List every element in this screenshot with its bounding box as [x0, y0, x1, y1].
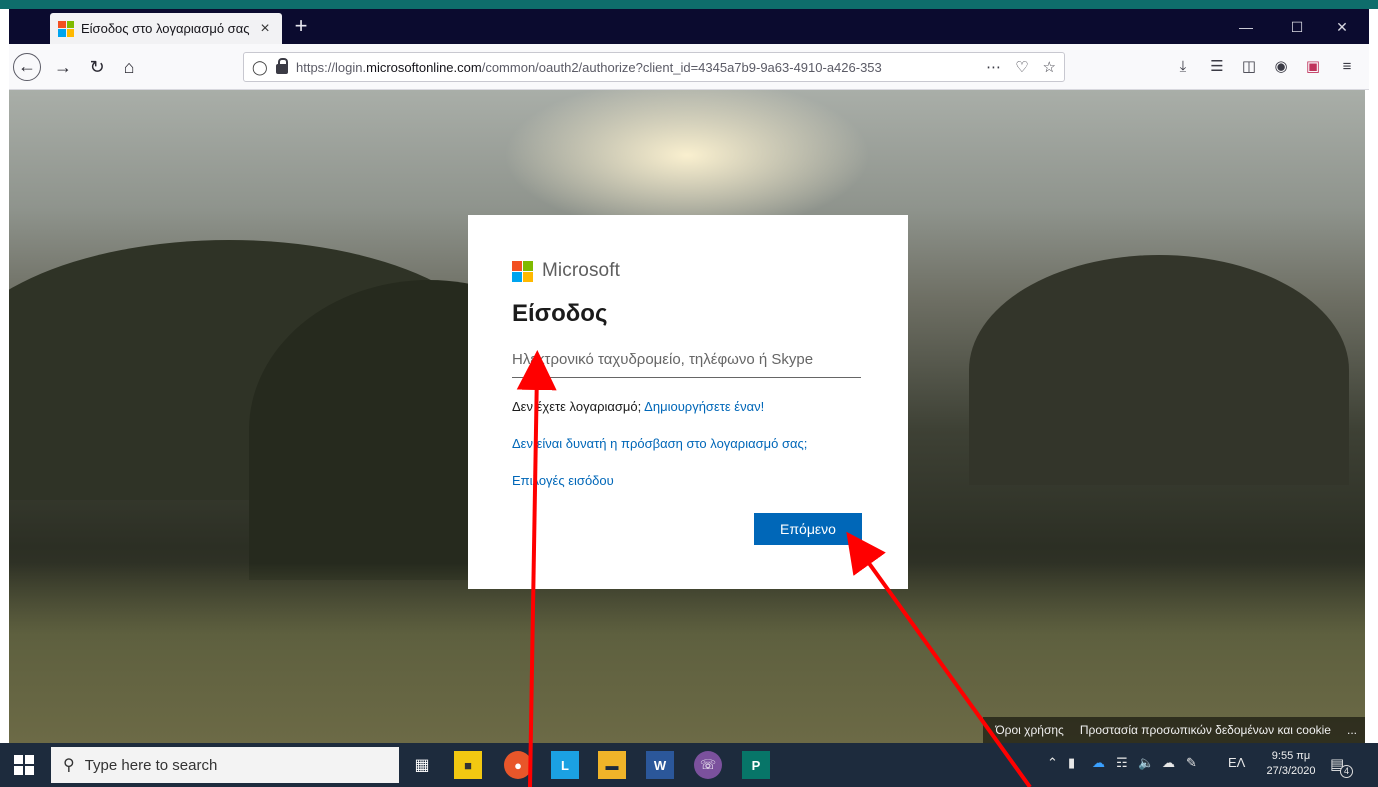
background-hill-right [969, 255, 1349, 485]
download-icon[interactable]: ⤓ [1171, 56, 1195, 80]
sidebar-icon[interactable]: ◫ [1237, 56, 1261, 80]
wifi-icon[interactable]: ☶ [1116, 755, 1128, 771]
privacy-link[interactable]: Προστασία προσωπικών δεδομένων και cooki… [1080, 723, 1331, 737]
taskbar-search-placeholder: Type here to search [84, 756, 218, 774]
clock-time: 9:55 πμ [1271, 750, 1311, 762]
no-account-text: Δεν έχετε λογαριασμό; [512, 399, 642, 414]
windows-taskbar: ⚲ Type here to search ▦ ■ ● L ▬ W ☏ P ⌃ … [0, 743, 1378, 787]
taskbar-clock[interactable]: 9:55 πμ 27/3/2020 [1265, 749, 1317, 779]
file-explorer-icon[interactable]: ▬ [598, 751, 626, 779]
shield-icon[interactable]: ◯ [252, 59, 270, 76]
background-grass [9, 563, 1365, 743]
next-button[interactable]: Επόμενο [754, 513, 862, 545]
clock-date: 27/3/2020 [1266, 765, 1316, 777]
microsoft-logo: Microsoft [512, 259, 864, 283]
volume-muted-icon[interactable]: 🔈 [1138, 755, 1154, 771]
firefox-icon[interactable]: ● [504, 751, 532, 779]
close-window-icon[interactable]: ✕ [1322, 15, 1362, 39]
battery-icon[interactable]: ▮ [1068, 755, 1075, 771]
footer-more-icon[interactable]: ... [1347, 723, 1357, 737]
address-bar[interactable]: ◯ https://login.microsoftonline.com/comm… [243, 52, 1065, 82]
task-view-icon[interactable]: ▦ [408, 751, 436, 779]
viber-icon[interactable]: ☏ [694, 751, 722, 779]
cloud-sync-icon[interactable]: ☁ [1162, 755, 1175, 771]
tray-chevron-icon[interactable]: ⌃ [1047, 755, 1058, 771]
home-icon[interactable]: ⌂ [115, 53, 143, 81]
terms-link[interactable]: Όροι χρήσης [995, 723, 1063, 737]
search-icon: ⚲ [63, 757, 75, 774]
publisher-icon[interactable]: P [742, 751, 770, 779]
onedrive-icon[interactable]: ☁ [1092, 755, 1105, 771]
reload-icon[interactable]: ↻ [83, 53, 111, 81]
notification-count-badge: 4 [1340, 765, 1353, 778]
no-account-line: Δεν έχετε λογαριασμό; Δημιουργήσετε έναν… [512, 399, 864, 414]
create-account-link[interactable]: Δημιουργήσετε έναν! [644, 399, 764, 414]
pen-icon[interactable]: ✎ [1186, 755, 1197, 771]
signin-options-line: Επιλογές εισόδου [512, 473, 864, 488]
language-indicator[interactable]: ΕΛ [1228, 755, 1245, 770]
lock-icon[interactable] [276, 58, 288, 74]
page-viewport: Microsoft Είσοδος Δεν έχετε λογαριασμό; … [9, 90, 1365, 743]
login-card: Microsoft Είσοδος Δεν έχετε λογαριασμό; … [468, 215, 908, 589]
word-icon[interactable]: W [646, 751, 674, 779]
cant-access-link[interactable]: Δεν είναι δυνατή η πρόσβαση στο λογαριασ… [512, 436, 807, 451]
url-text[interactable]: https://login.microsoftonline.com/common… [296, 60, 976, 75]
lync-app-icon[interactable]: L [551, 751, 579, 779]
more-icon[interactable]: ⋯ [986, 58, 1001, 76]
microsoft-favicon-icon [58, 20, 74, 37]
taskbar-search-box[interactable]: ⚲ Type here to search [51, 747, 399, 783]
browser-tab-bar: Είσοδος στο λογαριασμό σας × + — ☐ ✕ [9, 9, 1369, 44]
email-input[interactable] [512, 342, 861, 378]
new-tab-button[interactable]: + [288, 14, 314, 40]
tab-close-icon[interactable]: × [256, 20, 274, 38]
windows-start-icon[interactable] [14, 755, 34, 775]
maximize-icon[interactable]: ☐ [1277, 15, 1317, 39]
microsoft-squares-icon [512, 260, 533, 282]
menu-icon[interactable]: ≡ [1335, 56, 1359, 80]
browser-tab-signin[interactable]: Είσοδος στο λογαριασμό σας × [50, 13, 282, 44]
page-footer: Όροι χρήσης Προστασία προσωπικών δεδομέν… [983, 717, 1365, 743]
forward-arrow-icon[interactable]: → [49, 53, 77, 81]
back-arrow-icon[interactable]: ← [13, 53, 41, 81]
account-icon[interactable]: ◉ [1269, 56, 1293, 80]
tab-title: Είσοδος στο λογαριασμό σας [81, 21, 250, 36]
store-icon[interactable]: ■ [454, 751, 482, 779]
cant-access-line: Δεν είναι δυνατή η πρόσβαση στο λογαριασ… [512, 436, 864, 451]
page-title: Είσοδος [512, 300, 608, 327]
brand-name: Microsoft [542, 260, 620, 281]
signin-options-link[interactable]: Επιλογές εισόδου [512, 473, 614, 488]
browser-navigation-bar: ← → ↻ ⌂ ◯ https://login.microsoftonline.… [9, 44, 1369, 90]
window-top-border [0, 0, 1378, 9]
minimize-icon[interactable]: — [1226, 15, 1266, 39]
pocket-extension-icon[interactable]: ▣ [1301, 56, 1325, 80]
library-icon[interactable]: ☰ [1205, 56, 1229, 80]
star-icon[interactable]: ☆ [1043, 58, 1056, 76]
pocket-icon[interactable]: ♡ [1015, 58, 1028, 76]
